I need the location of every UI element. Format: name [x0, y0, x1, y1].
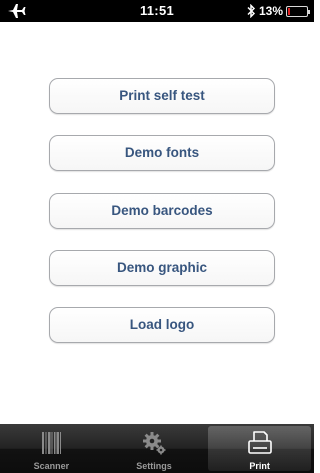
gear-icon [143, 432, 166, 455]
print-self-test-button[interactable]: Print self test [49, 78, 275, 114]
battery-percent: 13% [258, 4, 283, 18]
tab-scanner[interactable]: Scanner [0, 424, 103, 473]
tab-label: Scanner [33, 461, 70, 471]
demo-barcodes-button[interactable]: Demo barcodes [49, 193, 275, 229]
bluetooth-icon [247, 4, 256, 18]
print-screen: 11:51 13% Print self test Demo fonts Dem… [0, 0, 314, 473]
tab-label: Print [249, 461, 270, 471]
status-right: 13% [246, 2, 310, 20]
barcode-icon [42, 432, 62, 454]
printer-icon [247, 431, 272, 454]
demo-graphic-button[interactable]: Demo graphic [49, 250, 275, 286]
demo-fonts-button[interactable]: Demo fonts [49, 135, 275, 171]
load-logo-button[interactable]: Load logo [49, 307, 275, 343]
battery-icon [286, 5, 310, 17]
tab-print[interactable]: Print [208, 426, 312, 471]
tab-label: Settings [136, 461, 172, 471]
tab-bar: Scanner Settings Print [0, 424, 314, 473]
status-bar: 11:51 13% [0, 0, 314, 22]
battery-level-fill [288, 7, 290, 15]
tab-settings[interactable]: Settings [103, 424, 206, 473]
